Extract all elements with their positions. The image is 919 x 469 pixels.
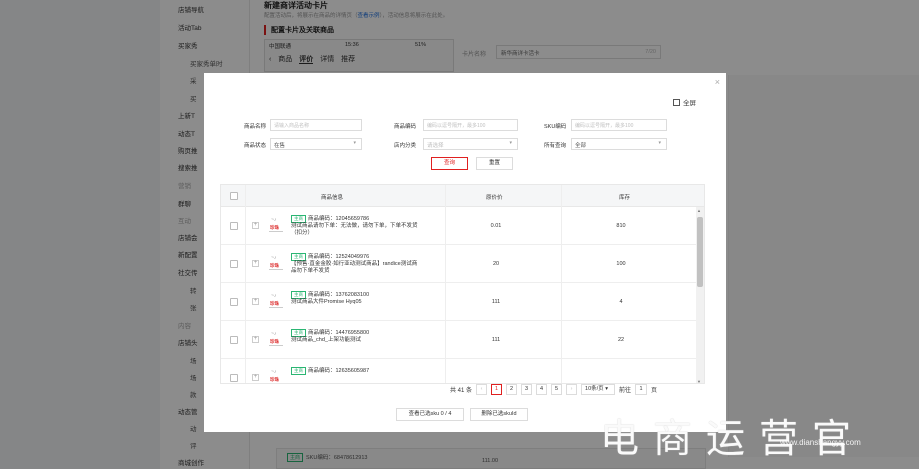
product-price: 20 xyxy=(492,261,500,267)
select-product-modal: × 全屏 商品名称 请输入商品名称 商品编码 编码以逗号隔开，最多100 SKU… xyxy=(204,73,726,432)
table-row[interactable]: + ~♪ 珍珠 主商 商品编码：12045659786 测试商品请勿下单：无法做，请勿下单… xyxy=(221,207,698,245)
page-button[interactable]: 5 xyxy=(551,383,563,395)
header-price: 原价价 xyxy=(486,195,503,201)
expand-icon[interactable]: + xyxy=(252,336,259,343)
product-desc: 【预售·直金金胶·如行亚动测试商品】randice测试商品勿下单不发货 xyxy=(291,261,418,274)
chevron-down-icon: ▾ xyxy=(605,385,608,392)
product-thumbnail: ~♪ 珍珠 xyxy=(268,367,284,383)
product-stock: 22 xyxy=(617,337,625,343)
table-header: 商品信息 原价价 库存 xyxy=(221,185,704,207)
product-tag: 主商 xyxy=(291,367,306,375)
product-code: 商品编码：12635605987 xyxy=(308,368,370,374)
goto-suffix: 页 xyxy=(651,387,658,394)
page-size-select[interactable]: 10条/页 ▾ xyxy=(581,383,616,395)
pagination: 共 41 条 ‹ 12345 › 10条/页 ▾ 前往 1 页 xyxy=(450,382,657,396)
product-tag: 主商 xyxy=(291,215,306,223)
product-stock: 4 xyxy=(619,299,623,305)
page-button[interactable]: 2 xyxy=(506,383,518,395)
query-mode-select[interactable]: 全部 ▾ xyxy=(571,138,667,150)
product-thumbnail: ~♪ 珍珠 xyxy=(268,215,284,235)
product-desc: 测试商品请勿下单：无法做，请勿下单，下单不发货（扣分） xyxy=(291,223,418,236)
product-tag: 主商 xyxy=(291,291,306,299)
product-thumbnail: ~♪ 珍珠 xyxy=(268,329,284,349)
clear-selected-sku-button[interactable]: 删除已选skuId xyxy=(470,408,528,421)
product-code: 商品编码：13762083100 xyxy=(308,292,370,298)
product-code: 商品编码：12524049976 xyxy=(308,254,370,260)
row-checkbox[interactable] xyxy=(230,298,238,306)
page-button[interactable]: 4 xyxy=(536,383,548,395)
page-button[interactable]: 1 xyxy=(491,383,503,395)
expand-icon[interactable]: + xyxy=(252,260,259,267)
product-code: 商品编码：12045659786 xyxy=(308,216,370,222)
product-code: 商品编码：14476955800 xyxy=(308,330,370,336)
goto-label: 前往 xyxy=(619,387,632,394)
row-checkbox[interactable] xyxy=(230,336,238,344)
fullscreen-button[interactable]: 全屏 xyxy=(673,97,696,107)
table-row[interactable]: + ~♪ 珍珠 主商 商品编码：14476955800 测试商品_chd_上架功能测试 11… xyxy=(221,321,698,359)
total-count: 共 41 条 xyxy=(450,387,473,394)
category-select[interactable]: 请选择 ▾ xyxy=(423,138,518,150)
table-row[interactable]: + ~♪ 珍珠 主商 商品编码：13762083100 测试商品大件Promise Hyq… xyxy=(221,283,698,321)
table-scrollbar[interactable]: ▲ ▼ xyxy=(696,207,704,383)
product-info: 主商 商品编码：13762083100 测试商品大件Promise Hyq05 xyxy=(291,291,421,306)
product-tag: 主商 xyxy=(291,329,306,337)
prev-page-button[interactable]: ‹ xyxy=(476,383,488,395)
row-checkbox[interactable] xyxy=(230,260,238,268)
product-stock: 100 xyxy=(616,261,626,267)
product-price: 111 xyxy=(491,337,501,343)
product-status-label: 商品状态 xyxy=(244,143,267,149)
product-name-label: 商品名称 xyxy=(244,124,267,130)
scroll-up-arrow-icon[interactable]: ▲ xyxy=(697,208,701,213)
chevron-down-icon: ▾ xyxy=(509,140,512,146)
expand-icon[interactable]: + xyxy=(252,298,259,305)
next-page-button[interactable]: › xyxy=(566,383,578,395)
page-button[interactable]: 3 xyxy=(521,383,533,395)
close-icon[interactable]: × xyxy=(715,77,720,87)
product-status-select[interactable]: 在售 ▾ xyxy=(270,138,362,150)
search-button[interactable]: 查询 xyxy=(431,157,468,170)
product-desc: 测试商品大件Promise Hyq05 xyxy=(291,299,362,305)
table-row[interactable]: + ~♪ 珍珠 主商 商品编码：12524049976 【预售·直金金胶·如行亚动测试商品… xyxy=(221,245,698,283)
product-thumbnail: ~♪ 珍珠 xyxy=(268,291,284,311)
query-mode-label: 所有查询 xyxy=(544,143,567,149)
product-name-input[interactable]: 请输入商品名称 xyxy=(270,119,362,131)
page-numbers: 12345 xyxy=(491,383,563,395)
table-body: + ~♪ 珍珠 主商 商品编码：12045659786 测试商品请勿下单：无法做，请勿下单… xyxy=(221,207,698,383)
select-all-checkbox[interactable] xyxy=(230,192,238,200)
header-stock: 库存 xyxy=(619,195,631,201)
fullscreen-icon xyxy=(673,98,680,106)
expand-icon[interactable]: + xyxy=(252,374,259,381)
product-info: 主商 商品编码：12045659786 测试商品请勿下单：无法做，请勿下单，下单不发… xyxy=(291,215,421,237)
product-price: 111 xyxy=(491,299,501,305)
scroll-down-arrow-icon[interactable]: ▼ xyxy=(697,379,701,383)
chevron-down-icon: ▾ xyxy=(658,140,661,146)
table-row[interactable]: + ~♪ 珍珠 主商 商品编码：12635605987 xyxy=(221,359,698,383)
product-info: 主商 商品编码：12524049976 【预售·直金金胶·如行亚动测试商品】rand… xyxy=(291,253,421,275)
reset-button[interactable]: 重置 xyxy=(476,157,513,170)
expand-icon[interactable]: + xyxy=(252,222,259,229)
product-tag: 主商 xyxy=(291,253,306,261)
product-code-label: 商品编码 xyxy=(394,124,417,130)
row-checkbox[interactable] xyxy=(230,222,238,230)
product-thumbnail: ~♪ 珍珠 xyxy=(268,253,284,273)
row-checkbox[interactable] xyxy=(230,374,238,382)
chevron-down-icon: ▾ xyxy=(353,140,356,146)
product-info: 主商 商品编码：14476955800 测试商品_chd_上架功能测试 xyxy=(291,329,421,344)
category-label: 店内分类 xyxy=(394,143,417,149)
scrollbar-thumb[interactable] xyxy=(697,217,703,287)
product-code-input[interactable]: 编码以逗号隔开，最多100 xyxy=(423,119,518,131)
product-price: 0.01 xyxy=(490,223,502,229)
product-stock: 810 xyxy=(616,223,626,229)
sku-code-label: SKU编码 xyxy=(544,124,567,130)
goto-page-input[interactable]: 1 xyxy=(635,383,648,395)
product-info: 主商 商品编码：12635605987 xyxy=(291,367,421,375)
product-table: 商品信息 原价价 库存 + ~♪ 珍珠 主商 商品编码：12045659786 测试商品请… xyxy=(220,184,705,384)
product-desc: 测试商品_chd_上架功能测试 xyxy=(291,337,361,343)
header-product-info: 商品信息 xyxy=(321,195,344,201)
view-selected-sku-button[interactable]: 查看已选sku 0 / 4 xyxy=(396,408,464,421)
sku-code-input[interactable]: 编码以逗号隔开，最多100 xyxy=(571,119,667,131)
